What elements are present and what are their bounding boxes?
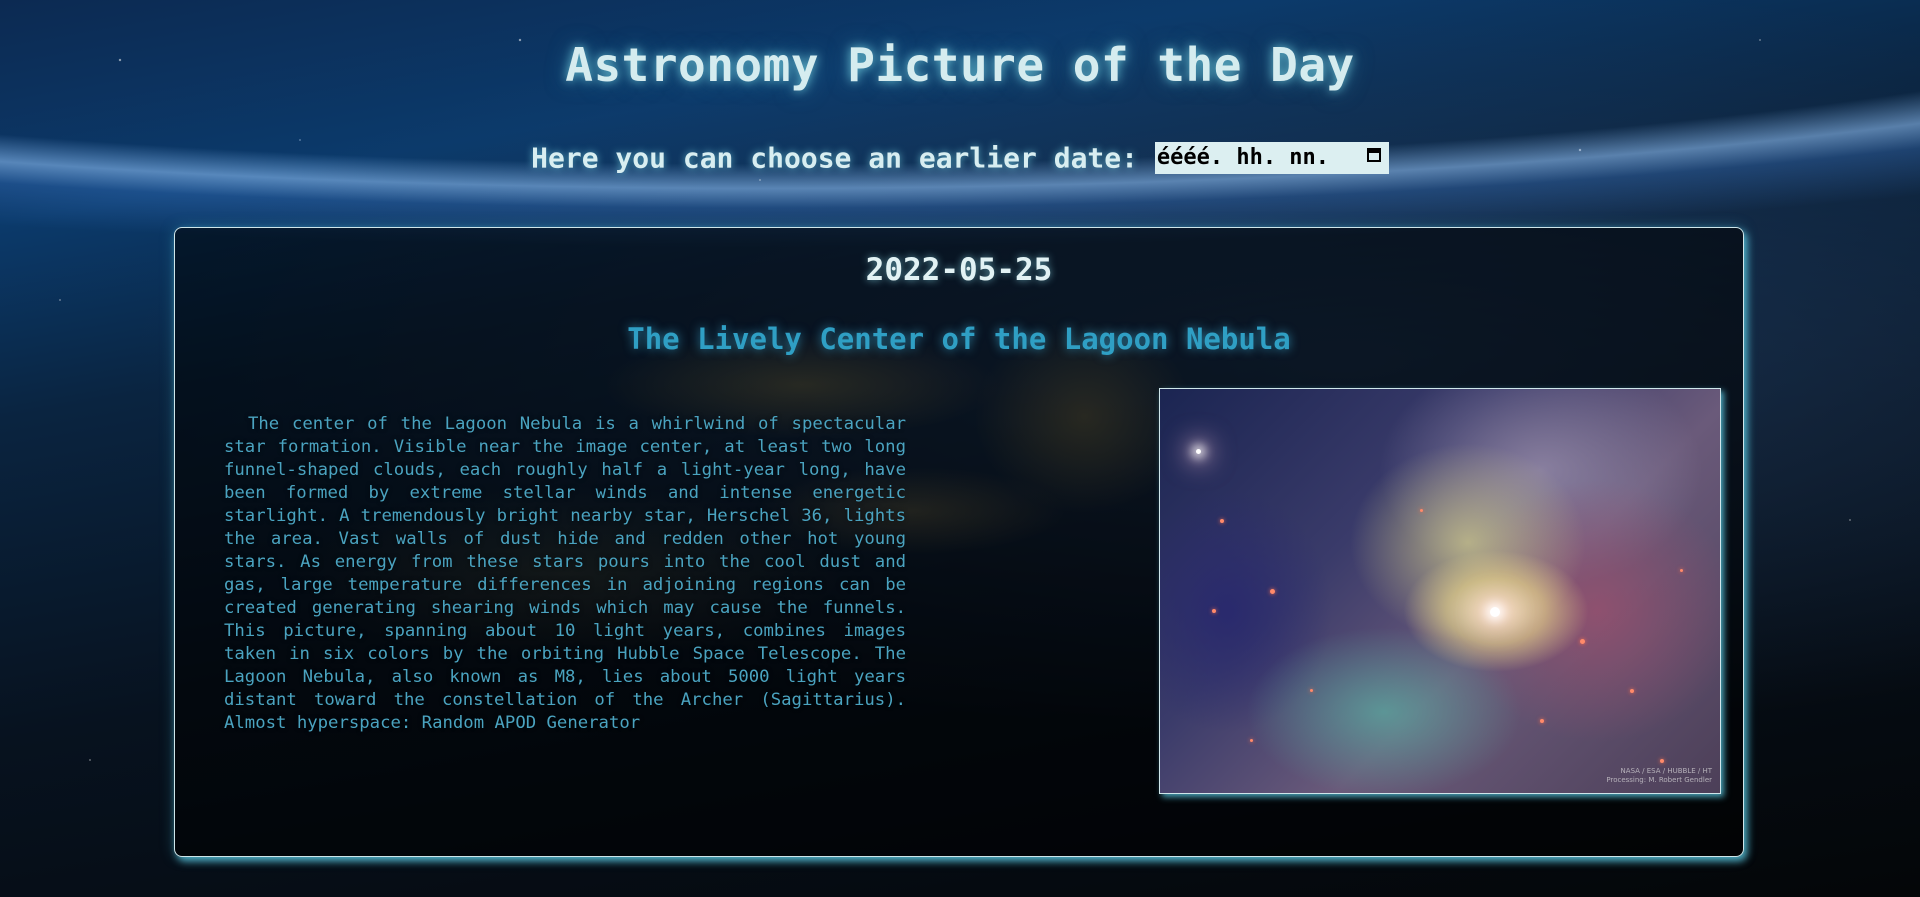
image-credit-line2: Processing: M. Robert Gendler — [1606, 776, 1712, 784]
star — [1310, 689, 1313, 692]
apod-title: The Lively Center of the Lagoon Nebula — [627, 322, 1291, 356]
apod-date: 2022-05-25 — [865, 252, 1053, 288]
image-credit: NASA / ESA / HUBBLE / HT Processing: M. … — [1606, 767, 1712, 785]
date-input[interactable]: éééé. hh. nn. — [1154, 142, 1389, 174]
page-title: Astronomy Picture of the Day — [565, 38, 1355, 92]
apod-explanation: The center of the Lagoon Nebula is a whi… — [224, 414, 906, 733]
star — [1250, 739, 1253, 742]
star — [1680, 569, 1683, 572]
bright-star — [1490, 607, 1500, 617]
star — [1270, 589, 1275, 594]
date-picker-row: Here you can choose an earlier date: ééé… — [0, 140, 1920, 175]
bright-star — [1196, 449, 1201, 454]
page-header: Astronomy Picture of the Day — [0, 38, 1920, 92]
calendar-icon[interactable] — [1366, 148, 1381, 162]
apod-image[interactable]: NASA / ESA / HUBBLE / HT Processing: M. … — [1159, 388, 1721, 794]
date-picker-label: Here you can choose an earlier date: — [531, 141, 1138, 175]
apod-card: 2022-05-25 The Lively Center of the Lago… — [174, 227, 1744, 857]
star — [1220, 519, 1224, 523]
star — [1660, 759, 1664, 763]
star — [1580, 639, 1585, 644]
star — [1540, 719, 1544, 723]
date-input-placeholder: éééé. hh. nn. — [1156, 145, 1330, 170]
star — [1630, 689, 1634, 693]
star — [1420, 509, 1423, 512]
star — [1212, 609, 1216, 613]
image-credit-line1: NASA / ESA / HUBBLE / HT — [1620, 767, 1712, 775]
